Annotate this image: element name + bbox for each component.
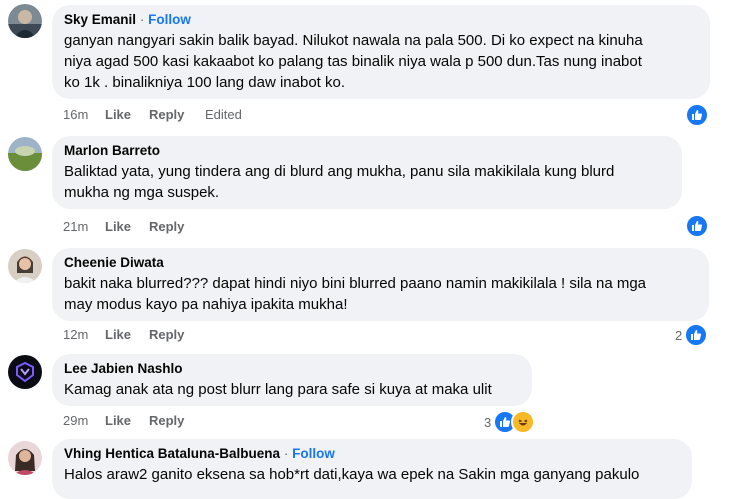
comment-text: Kamag anak ata ng post blurr lang para s…	[64, 379, 520, 400]
separator-dot: ·	[283, 446, 289, 461]
like-button[interactable]: Like	[105, 327, 149, 342]
avatar[interactable]	[8, 137, 42, 171]
reactions[interactable]	[685, 103, 709, 127]
comment-text-line: Kamag anak ata ng post blurr lang para s…	[64, 381, 492, 398]
comment-actions: 21m Like Reply	[63, 219, 205, 234]
comment-actions: 12m Like Reply	[63, 327, 205, 342]
follow-button[interactable]: Follow	[148, 12, 191, 27]
separator-dot: ·	[139, 12, 145, 27]
reaction-count: 3	[484, 414, 492, 430]
comment-bubble: Cheenie Diwata bakit naka blurred??? dap…	[52, 248, 709, 321]
comment-text: ganyan nangyari sakin balik bayad. Niluk…	[64, 30, 698, 93]
reaction-count: 2	[675, 327, 683, 343]
comment-text-line: Baliktad yata, yung tindera ang di blurd…	[64, 163, 615, 180]
like-button[interactable]: Like	[105, 413, 149, 428]
comment-timestamp[interactable]: 21m	[63, 219, 105, 234]
comment-text-line: ganyan nangyari sakin balik bayad. Niluk…	[64, 32, 643, 49]
avatar[interactable]	[8, 355, 42, 389]
haha-icon	[511, 410, 536, 434]
comment-actions: 16m Like Reply Edited	[63, 107, 242, 122]
like-button[interactable]: Like	[105, 107, 149, 122]
comment-text: Halos araw2 ganito eksena sa hob*rt dati…	[64, 464, 680, 485]
comment-text-line: mukha ng mga suspek.	[64, 184, 220, 201]
comment-author[interactable]: Marlon Barreto	[64, 143, 160, 158]
like-button[interactable]: Like	[105, 219, 149, 234]
comment-text-line: bakit naka blurred??? dapat hindi niyo b…	[64, 275, 647, 292]
comment-text-line: ko 1k . binalikniya 100 lang daw inabot …	[64, 74, 346, 91]
like-icon	[684, 323, 709, 347]
reply-button[interactable]: Reply	[149, 107, 205, 122]
comment-bubble: Sky Emanil · Follow ganyan nangyari saki…	[52, 5, 710, 99]
follow-button[interactable]: Follow	[292, 446, 335, 461]
reactions[interactable]: 2	[675, 323, 709, 347]
edited-label: Edited	[205, 107, 242, 122]
comment-text-line: may modus kayo pa nahiya ipakita mukha!	[64, 296, 348, 313]
reply-button[interactable]: Reply	[149, 219, 205, 234]
comment-author[interactable]: Vhing Hentica Bataluna-Balbuena	[64, 446, 280, 461]
comment-timestamp[interactable]: 29m	[63, 413, 105, 428]
comment-timestamp[interactable]: 16m	[63, 107, 105, 122]
comment-text-line: niya agad 500 kasi kakaabot ko palang ta…	[64, 53, 642, 70]
reply-button[interactable]: Reply	[149, 413, 205, 428]
comment-actions: 29m Like Reply	[63, 413, 205, 428]
avatar[interactable]	[8, 249, 42, 283]
like-icon	[685, 214, 709, 238]
comment-text: bakit naka blurred??? dapat hindi niyo b…	[64, 273, 697, 315]
avatar[interactable]	[8, 441, 42, 475]
reactions[interactable]	[685, 214, 709, 238]
comment-author[interactable]: Cheenie Diwata	[64, 255, 164, 270]
comment-timestamp[interactable]: 12m	[63, 327, 105, 342]
reactions[interactable]: 3	[484, 410, 536, 434]
comment-bubble: Lee Jabien Nashlo Kamag anak ata ng post…	[52, 354, 532, 406]
comment-text-line: Halos araw2 ganito eksena sa hob*rt dati…	[64, 466, 640, 483]
comment-text: Baliktad yata, yung tindera ang di blurd…	[64, 161, 670, 203]
comment-bubble: Vhing Hentica Bataluna-Balbuena · Follow…	[52, 439, 692, 499]
comment-bubble: Marlon Barreto Baliktad yata, yung tinde…	[52, 136, 682, 209]
avatar[interactable]	[8, 4, 42, 38]
reply-button[interactable]: Reply	[149, 327, 205, 342]
comment-author[interactable]: Sky Emanil	[64, 12, 136, 27]
like-icon	[685, 103, 709, 127]
comment-author[interactable]: Lee Jabien Nashlo	[64, 361, 183, 376]
